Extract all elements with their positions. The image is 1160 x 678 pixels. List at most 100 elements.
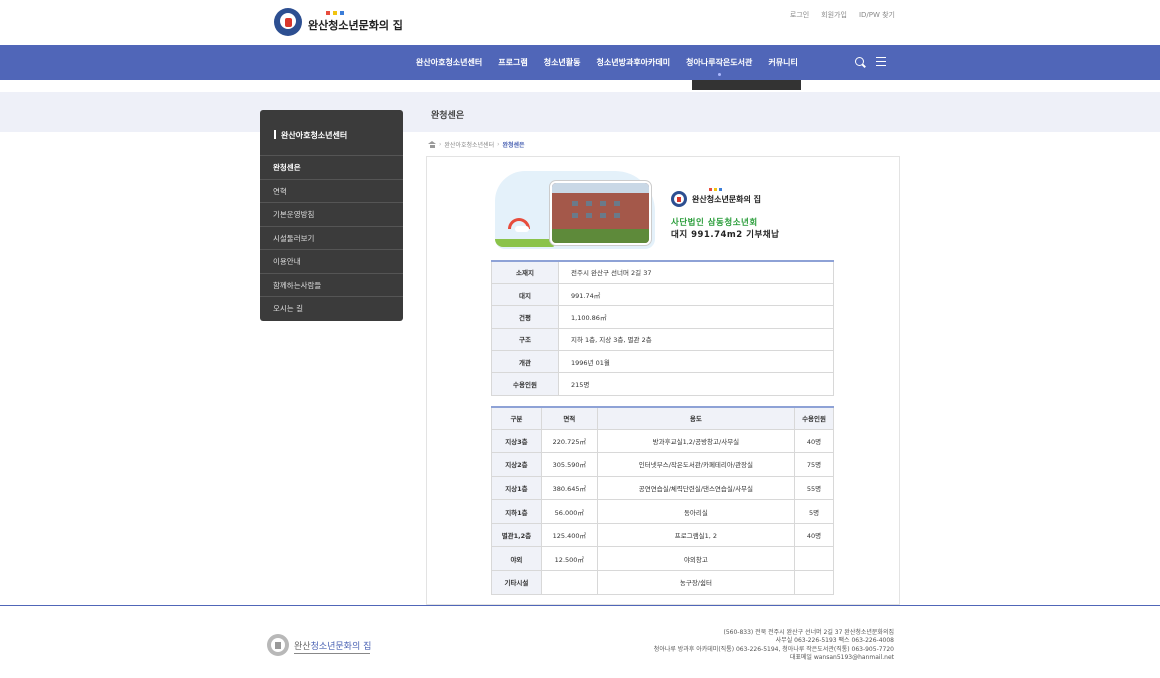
footer-phone: 사무실 063-226-5193 팩스 063-226-4008 <box>775 637 894 645</box>
sidebar-item-facility-tour[interactable]: 시설둘러보기 <box>260 227 403 250</box>
capacity-cell <box>794 546 834 572</box>
page-title: 완청센은 <box>431 111 465 121</box>
hero-logo-text: 완산청소년문화의 집 <box>692 194 762 204</box>
table-row: 야외 12.500㎡ 야외창고 <box>491 546 834 572</box>
hero-banner: 완산청소년문화의 집 사단법인 삼동청소년회 대지 991.74m2 기부채납 <box>495 171 795 249</box>
nav-icons <box>855 57 886 68</box>
sidebar-item-usage-guide[interactable]: 이용안내 <box>260 250 403 274</box>
breadcrumb-parent[interactable]: 완산아호청소년센터 <box>444 140 494 149</box>
nav-item-academy[interactable]: 청소년방과후아카데미 <box>597 45 671 80</box>
floor-cell: 지상2층 <box>491 452 542 477</box>
area-cell <box>540 570 598 595</box>
table-row: 지상3층 220.725㎡ 방과후교실1,2/공방창고/사무실 40명 <box>491 428 834 454</box>
table-row: 대지 991.74㎡ <box>491 282 834 307</box>
footer-contact-info: (560-833) 전북 전주시 완산구 선너머 2길 37 완산청소년문화의집… <box>654 629 894 662</box>
table-row: 수용인원 215명 <box>491 372 834 396</box>
breadcrumb-current: 완청센은 <box>502 142 525 149</box>
table-row: 지상2층 305.590㎡ 인터넷부스/작은도서관/카페테리아/관장실 75명 <box>491 452 834 477</box>
footer-emblem-icon <box>267 634 289 656</box>
nav-items: 완산아호청소년센터 프로그램 청소년활동 청소년방과후아카데미 청아나루작은도서… <box>416 45 798 80</box>
info-label: 개관 <box>491 350 559 374</box>
use-cell: 공연연습실/체력단련실/댄스연습실/사무실 <box>596 475 796 501</box>
top-bar: 완산청소년문화의 집 로그인 회원가입 ID/PW 찾기 <box>0 0 1160 45</box>
breadcrumb-separator: › <box>497 141 500 148</box>
page-header-band <box>0 92 1160 132</box>
sidebar: 완산아호청소년센터 완청센은 연혁 기본운영방침 시설둘러보기 이용안내 함께하… <box>260 110 403 321</box>
cloud-illustration <box>515 226 529 232</box>
table-row: 구조 지하 1층, 지상 3층, 별관 2층 <box>491 327 834 352</box>
nav-item-library[interactable]: 청아나루작은도서관 <box>686 45 752 80</box>
floor-cell: 지상3층 <box>491 428 542 454</box>
table-row: 소재지 전주시 완산구 선너머 2길 37 <box>491 260 834 284</box>
info-label: 소재지 <box>491 260 559 284</box>
use-cell: 프로그램실1, 2 <box>596 522 796 548</box>
column-header: 구분 <box>491 406 542 430</box>
area-cell: 56.000㎡ <box>540 499 598 524</box>
floor-cell: 지하1층 <box>491 499 542 524</box>
floor-cell: 지상1층 <box>491 475 542 501</box>
capacity-cell: 5명 <box>794 499 834 524</box>
floor-cell: 기타시설 <box>491 570 542 595</box>
sidebar-item-policy[interactable]: 기본운영방침 <box>260 203 403 227</box>
floor-cell: 별관1,2층 <box>491 522 542 548</box>
info-label: 대지 <box>491 282 559 307</box>
hero-org-name: 사단법인 삼동청소년회 <box>671 218 758 228</box>
column-header: 면적 <box>540 406 598 430</box>
table-row: 지상1층 380.645㎡ 공연연습실/체력단련실/댄스연습실/사무실 55명 <box>491 475 834 501</box>
info-value: 전주시 완산구 선너머 2길 37 <box>558 260 834 284</box>
hamburger-menu-icon[interactable] <box>876 57 886 66</box>
find-id-pw-link[interactable]: ID/PW 찾기 <box>859 10 895 20</box>
hero-logo: 완산청소년문화의 집 <box>671 188 762 207</box>
sidebar-item-history[interactable]: 연혁 <box>260 180 403 203</box>
info-label: 수용인원 <box>491 372 559 396</box>
nav-item-center[interactable]: 완산아호청소년센터 <box>416 45 482 80</box>
use-cell: 야외창고 <box>596 546 796 572</box>
info-value: 991.74㎡ <box>558 282 834 307</box>
sidebar-item-people[interactable]: 함께하는사람들 <box>260 274 403 297</box>
breadcrumb: › 완산아호청소년센터 › 완청센은 <box>428 140 525 149</box>
footer-email: 대표메일 wansan5193@hanmail.net <box>789 653 894 661</box>
capacity-cell: 55명 <box>794 475 834 501</box>
column-header: 용도 <box>596 406 796 430</box>
table-row: 건평 1,100.86㎡ <box>491 305 834 329</box>
facility-spec-table: 구분 면적 용도 수용인원 지상3층 220.725㎡ 방과후교실1,2/공방창고/… <box>491 406 834 595</box>
use-cell: 방과후교실1,2/공방창고/사무실 <box>596 428 796 454</box>
nav-item-community[interactable]: 커뮤니티 <box>768 45 797 80</box>
info-value: 215명 <box>558 372 834 396</box>
login-link[interactable]: 로그인 <box>790 10 809 20</box>
table-header-row: 구분 면적 용도 수용인원 <box>491 406 834 430</box>
info-table: 소재지 전주시 완산구 선너머 2길 37 대지 991.74㎡ 건평 1,100.8… <box>491 260 834 396</box>
floor-cell: 야외 <box>491 546 542 572</box>
search-icon[interactable] <box>855 57 866 68</box>
sidebar-heading: 완산아호청소년센터 <box>260 110 403 156</box>
home-icon[interactable] <box>428 141 436 148</box>
capacity-cell: 75명 <box>794 452 834 477</box>
site-logo[interactable]: 완산청소년문화의 집 <box>274 8 403 36</box>
logo-emblem-icon <box>671 191 687 207</box>
area-cell: 125.400㎡ <box>540 522 598 548</box>
breadcrumb-separator: › <box>439 141 442 148</box>
info-value: 1,100.86㎡ <box>558 305 834 329</box>
area-cell: 380.645㎡ <box>540 475 598 501</box>
signup-link[interactable]: 회원가입 <box>821 10 847 20</box>
nav-item-program[interactable]: 프로그램 <box>498 45 527 80</box>
use-cell: 동아리실 <box>596 499 796 524</box>
footer-direct-lines: 청아나루 방과후 아카데미(직통) 063-226-5194, 청아나루 작은도… <box>653 645 894 653</box>
area-cell: 220.725㎡ <box>540 428 598 454</box>
column-header: 수용인원 <box>794 406 834 430</box>
use-cell: 인터넷부스/작은도서관/카페테리아/관장실 <box>596 452 796 477</box>
area-cell: 12.500㎡ <box>540 546 598 572</box>
use-cell: 농구장/쉼터 <box>596 570 796 595</box>
nav-item-activity[interactable]: 청소년활동 <box>544 45 581 80</box>
capacity-cell: 40명 <box>794 428 834 454</box>
info-label: 건평 <box>491 305 559 329</box>
table-row: 별관1,2층 125.400㎡ 프로그램실1, 2 40명 <box>491 522 834 548</box>
building-photo <box>550 181 651 245</box>
sidebar-item-directions[interactable]: 오시는 길 <box>260 297 403 321</box>
utility-links: 로그인 회원가입 ID/PW 찾기 <box>790 10 895 20</box>
capacity-cell <box>794 570 834 595</box>
table-row: 지하1층 56.000㎡ 동아리실 5명 <box>491 499 834 524</box>
logo-dots <box>326 11 344 15</box>
info-label: 구조 <box>491 327 559 352</box>
sidebar-item-intro[interactable]: 완청센은 <box>260 156 403 180</box>
